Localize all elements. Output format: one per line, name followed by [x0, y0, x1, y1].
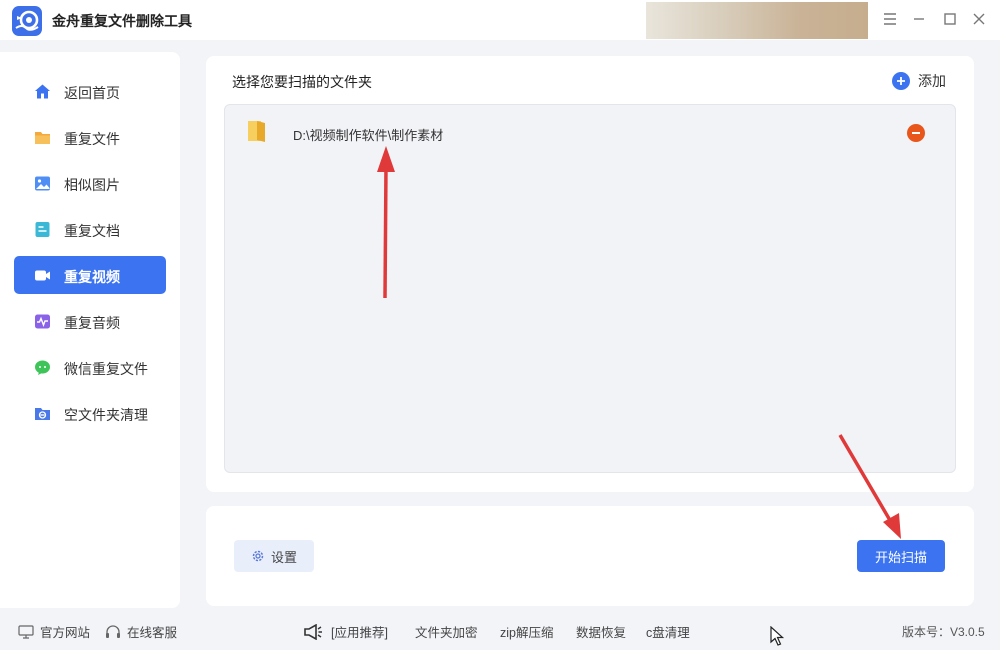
add-folder-label: 添加 — [918, 73, 946, 89]
sidebar-item-label: 重复音频 — [64, 315, 120, 331]
sidebar-item-duplicate-audio[interactable]: 重复音频 — [14, 302, 166, 340]
support-label: 在线客服 — [127, 626, 178, 640]
app-logo-icon — [12, 6, 42, 36]
sidebar-item-duplicate-documents[interactable]: 重复文档 — [14, 210, 166, 248]
footer-link-c-drive-cleanup[interactable]: c盘清理 — [646, 622, 690, 641]
sidebar-item-label: 重复视频 — [64, 269, 120, 285]
settings-button[interactable]: 设置 — [234, 540, 314, 572]
sidebar-item-wechat-duplicates[interactable]: 微信重复文件 — [14, 348, 166, 386]
folder-icon — [248, 121, 265, 142]
settings-label: 设置 — [270, 549, 297, 565]
plus-icon — [892, 72, 910, 90]
start-scan-button[interactable]: 开始扫描 — [857, 540, 945, 572]
ad-banner[interactable] — [646, 2, 868, 39]
online-support-link[interactable]: 在线客服 — [105, 622, 177, 641]
sidebar-item-empty-folder-cleanup[interactable]: 空文件夹清理 — [14, 394, 166, 432]
website-label: 官方网站 — [40, 626, 91, 640]
add-folder-button[interactable]: 添加 — [892, 70, 946, 92]
remove-folder-button[interactable] — [907, 124, 925, 142]
version-label: 版本号：V3.0.5 — [902, 625, 985, 639]
sidebar-item-label: 重复文档 — [64, 223, 120, 239]
sidebar-item-home[interactable]: 返回首页 — [14, 72, 166, 110]
menu-icon[interactable] — [879, 8, 901, 30]
sidebar-item-label: 相似图片 — [64, 177, 120, 193]
megaphone-icon — [304, 623, 322, 640]
maximize-icon[interactable] — [939, 8, 961, 30]
empty-folder-icon — [35, 408, 50, 420]
footer-link-folder-encrypt[interactable]: 文件夹加密 — [415, 622, 478, 641]
sidebar-item-duplicate-videos[interactable]: 重复视频 — [14, 256, 166, 294]
title-bar: 金舟重复文件删除工具 — [0, 0, 1000, 40]
video-icon — [35, 270, 50, 281]
app-title: 金舟重复文件删除工具 — [52, 13, 192, 29]
sidebar-item-label: 返回首页 — [64, 85, 120, 101]
folder-selection-panel: 选择您要扫描的文件夹 添加 D:\视频制作软件\制作素材 — [206, 56, 974, 492]
sidebar-item-similar-images[interactable]: 相似图片 — [14, 164, 166, 202]
official-website-link[interactable]: 官方网站 — [18, 622, 90, 641]
folder-path: D:\视频制作软件\制作素材 — [293, 128, 444, 143]
mouse-cursor-icon — [770, 626, 784, 646]
footer-link-data-recovery[interactable]: 数据恢复 — [576, 622, 626, 641]
folder-icon — [35, 132, 50, 144]
sidebar-item-label: 微信重复文件 — [64, 361, 148, 377]
list-item[interactable]: D:\视频制作软件\制作素材 — [225, 105, 955, 157]
app-recommend[interactable]: [应用推荐] — [303, 622, 388, 641]
footer-link-zip[interactable]: zip解压缩 — [500, 622, 553, 641]
headset-icon — [106, 624, 120, 638]
gear-icon — [252, 550, 264, 562]
document-icon — [35, 222, 50, 237]
image-icon — [35, 176, 50, 191]
minimize-icon[interactable] — [908, 8, 930, 30]
folder-list: D:\视频制作软件\制作素材 — [224, 104, 956, 473]
panel-title: 选择您要扫描的文件夹 — [232, 74, 372, 90]
minus-icon — [912, 132, 920, 134]
close-icon[interactable] — [968, 8, 990, 30]
sidebar-item-label: 空文件夹清理 — [64, 407, 148, 423]
footer: 官方网站 在线客服 [应用推荐] 文件夹加密 zip解压缩 数据恢复 c盘清理 … — [0, 612, 1000, 650]
action-panel: 设置 开始扫描 — [206, 506, 974, 606]
home-icon — [35, 84, 50, 99]
sidebar-item-label: 重复文件 — [64, 131, 120, 147]
audio-icon — [35, 314, 50, 329]
monitor-icon — [18, 624, 34, 639]
wechat-icon — [35, 360, 50, 375]
recommend-label: [应用推荐] — [331, 626, 388, 640]
sidebar: 返回首页 重复文件 相似图片 重复文档 重复视频 重复音频 微信重复文件 空文件… — [0, 52, 180, 608]
sidebar-item-duplicate-files[interactable]: 重复文件 — [14, 118, 166, 156]
